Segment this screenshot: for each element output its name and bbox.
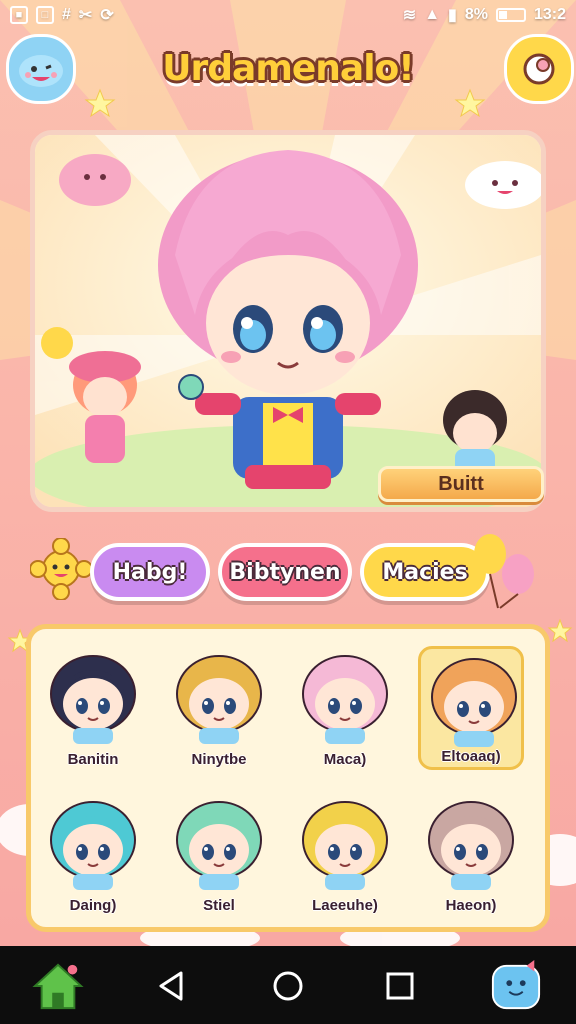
- sun-mascot-icon: [29, 537, 93, 601]
- character-name: Stiel: [203, 897, 235, 914]
- balloons-icon: [474, 534, 534, 609]
- character-card[interactable]: Maca): [292, 646, 398, 770]
- character-card[interactable]: Laeeuhe): [292, 792, 398, 916]
- sync-icon: ⟳: [100, 7, 114, 24]
- signal-bars-icon: ▮: [448, 7, 457, 24]
- mascot-icon: [491, 960, 541, 1010]
- home-icon: [32, 963, 84, 1010]
- wifi-icon: ≋: [402, 7, 417, 24]
- clock: 13:2: [533, 6, 566, 23]
- character-portrait: [302, 655, 388, 744]
- back-triangle-icon: [159, 971, 183, 1001]
- smiley-cloud-icon: [19, 55, 63, 87]
- character-portrait: [176, 655, 262, 744]
- home-circle-button[interactable]: [262, 960, 314, 1012]
- back-button[interactable]: [146, 960, 198, 1012]
- character-name: Maca): [323, 751, 367, 768]
- settings-button[interactable]: [504, 34, 574, 104]
- character-portrait: [428, 801, 514, 890]
- home-button[interactable]: [32, 960, 84, 1012]
- signal-icon: ▲: [424, 6, 441, 23]
- pacifier-icon: [523, 53, 555, 85]
- character-name: Daing): [69, 897, 117, 914]
- character-card[interactable]: Haeon): [418, 792, 524, 916]
- character-grid: Banitin Ninytbe Maca) Eltoaaq) Daing) Stiel La…: [40, 646, 540, 916]
- battery-percent: 8%: [464, 6, 488, 23]
- game-title: Urdamenalo!: [162, 48, 414, 89]
- tool-icon: ✂: [78, 7, 93, 24]
- profile-button[interactable]: [6, 34, 76, 104]
- character-name: Ninytbe: [191, 751, 247, 768]
- hero-scene: [30, 130, 546, 512]
- system-icons: ≋ ▲ ▮ 8% 13:2: [403, 5, 566, 25]
- character-name: Banitin: [67, 751, 119, 768]
- character-card[interactable]: Eltoaaq): [418, 646, 524, 770]
- status-bar: ■ □ # ✂ ⟳ ≋ ▲ ▮ 8% 13:2: [0, 0, 576, 30]
- character-portrait: [302, 801, 388, 890]
- character-portrait: [431, 658, 517, 747]
- notification-icon: □: [36, 6, 54, 24]
- character-card[interactable]: Ninytbe: [166, 646, 272, 770]
- notification-icons: ■ □ # ✂ ⟳: [10, 5, 114, 25]
- character-card[interactable]: Daing): [40, 792, 146, 916]
- character-name: Haeon): [445, 897, 497, 914]
- mascot-menu-button[interactable]: [490, 960, 542, 1012]
- cloud-icon: [59, 154, 131, 206]
- character-portrait: [50, 655, 136, 744]
- notification-icon: ■: [10, 6, 28, 24]
- character-card[interactable]: Banitin: [40, 646, 146, 770]
- grid-icon: #: [62, 6, 71, 23]
- recents-button[interactable]: [374, 960, 426, 1012]
- character-name: Laeeuhe): [312, 897, 378, 914]
- tab-bibtynen[interactable]: Bibtynen: [218, 543, 352, 601]
- character-name: Eltoaaq): [441, 748, 501, 765]
- build-button[interactable]: Buitt: [378, 466, 544, 502]
- tab-habg[interactable]: Habg!: [90, 543, 210, 601]
- home-circle-icon: [273, 971, 303, 1001]
- character-portrait: [176, 801, 262, 890]
- battery-icon: [495, 8, 526, 22]
- hero-illustration: [35, 135, 541, 507]
- recents-square-icon: [386, 972, 414, 1000]
- character-card[interactable]: Stiel: [166, 792, 272, 916]
- character-portrait: [50, 801, 136, 890]
